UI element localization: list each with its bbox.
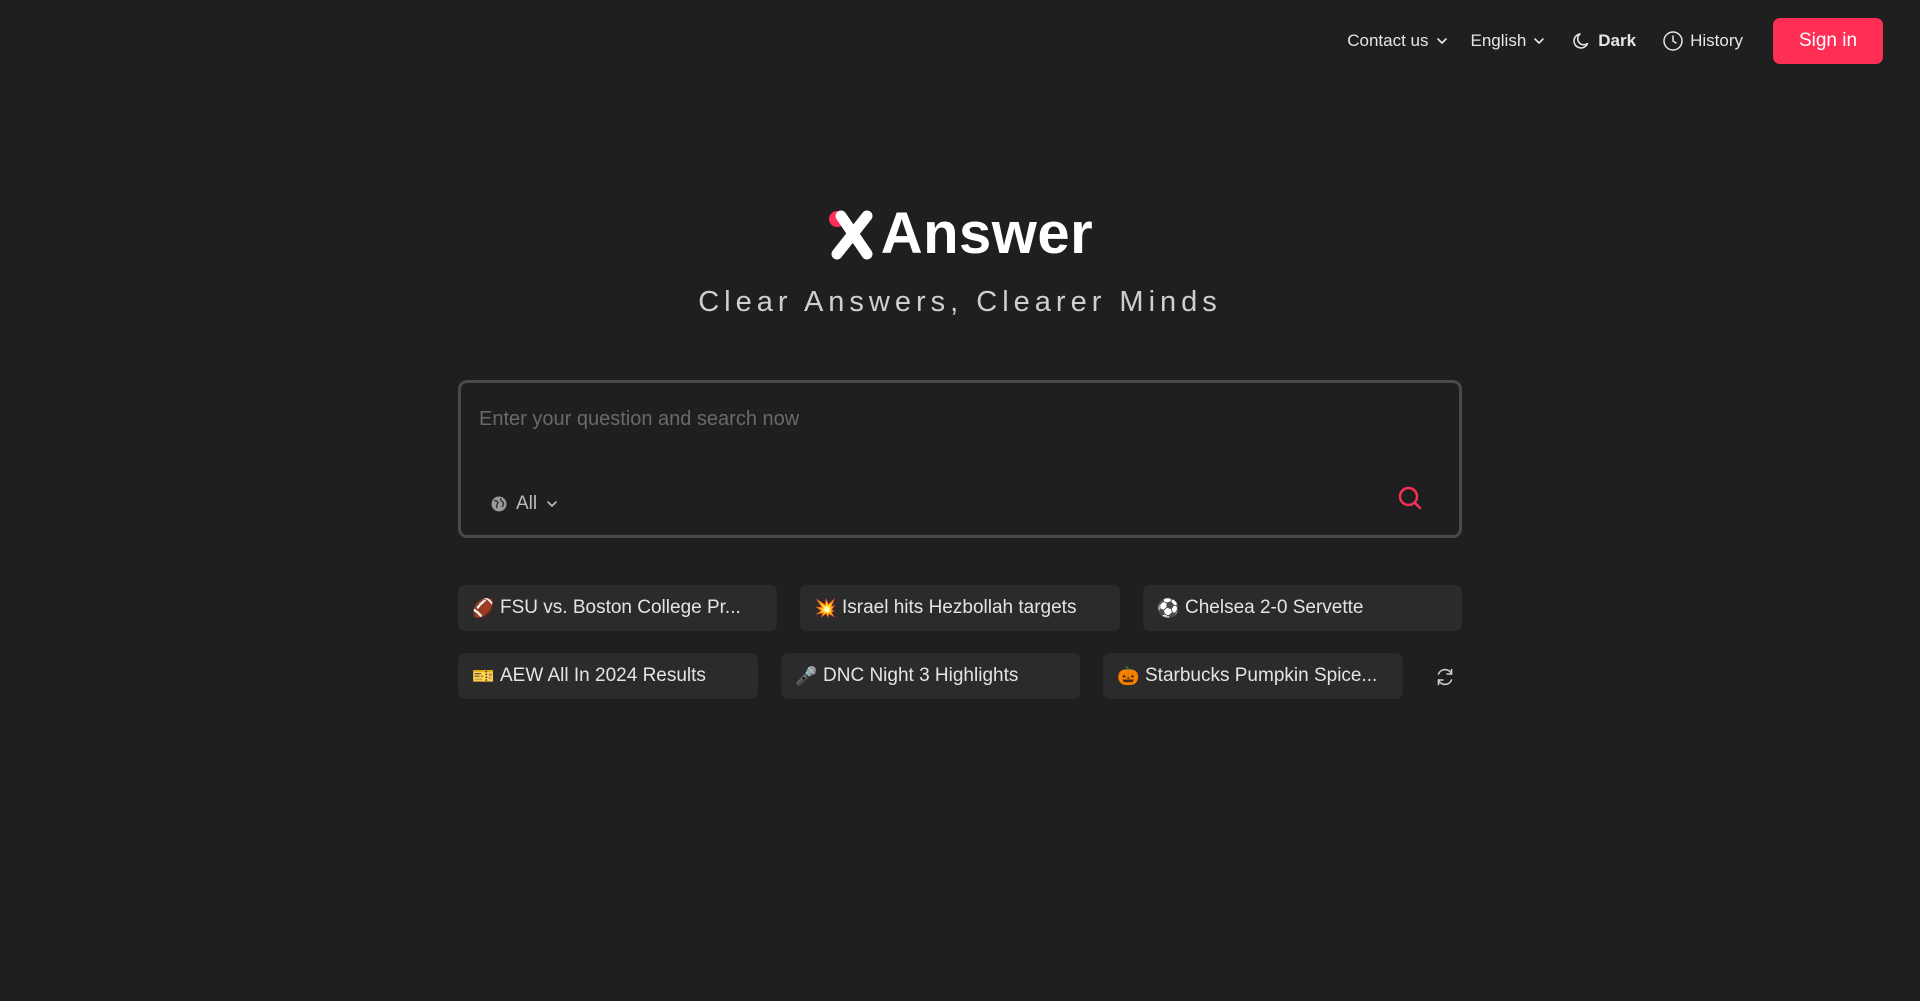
search-input[interactable] (479, 403, 1419, 435)
history-label: History (1690, 31, 1743, 50)
sign-in-button[interactable]: Sign in (1773, 18, 1883, 64)
moon-icon (1573, 33, 1589, 49)
history-link[interactable]: History (1662, 30, 1743, 52)
suggestion-label: Starbucks Pumpkin Spice... (1145, 665, 1378, 686)
tagline: Clear Answers, Clearer Minds (698, 286, 1222, 318)
suggestion-label: AEW All In 2024 Results (500, 665, 706, 686)
refresh-icon[interactable] (1434, 666, 1456, 688)
suggestion-label: Chelsea 2-0 Servette (1185, 597, 1364, 618)
contact-us-menu[interactable]: Contact us (1347, 31, 1448, 51)
language-label: English (1470, 31, 1527, 50)
brand-name: Answer (880, 201, 1094, 266)
suggestion-chip[interactable]: 🎫 AEW All In 2024 Results (458, 653, 758, 699)
microphone-icon: 🎤 (795, 665, 818, 686)
suggestion-chip[interactable]: 🎤 DNC Night 3 Highlights (781, 653, 1080, 699)
suggestion-chip[interactable]: 🏈 FSU vs. Boston College Pr... (458, 585, 777, 631)
pumpkin-icon: 🎃 (1117, 665, 1140, 686)
chevron-down-icon (1436, 38, 1447, 44)
search-scope-label: All (516, 493, 538, 514)
brand-logo: Answer (0, 200, 1920, 267)
suggestion-label: Israel hits Hezbollah targets (842, 597, 1077, 618)
theme-label: Dark (1598, 31, 1637, 50)
suggestion-chip[interactable]: ⚽ Chelsea 2-0 Servette (1143, 585, 1462, 631)
language-menu[interactable]: English (1471, 31, 1547, 51)
search-scope-dropdown[interactable]: All (490, 493, 559, 515)
globe-icon (491, 496, 507, 512)
collision-icon: 💥 (814, 597, 837, 618)
football-icon: 🏈 (472, 597, 495, 618)
chevron-down-icon (1534, 38, 1545, 44)
top-nav: Contact us English Dark History Sign in (1347, 18, 1883, 64)
suggestion-label: DNC Night 3 Highlights (823, 665, 1019, 686)
answer-logo-icon (828, 210, 873, 259)
chevron-down-icon (547, 501, 557, 507)
clock-icon (1663, 31, 1683, 51)
search-box: All (458, 380, 1462, 538)
suggestion-chip[interactable]: 🎃 Starbucks Pumpkin Spice... (1103, 653, 1403, 699)
theme-toggle[interactable]: Dark (1572, 31, 1636, 51)
suggestion-label: FSU vs. Boston College Pr... (500, 597, 741, 618)
ticket-icon: 🎫 (472, 665, 495, 686)
contact-us-label: Contact us (1347, 31, 1429, 50)
suggestion-chip[interactable]: 💥 Israel hits Hezbollah targets (800, 585, 1120, 631)
soccer-ball-icon: ⚽ (1157, 597, 1180, 618)
search-icon[interactable] (1397, 485, 1423, 511)
